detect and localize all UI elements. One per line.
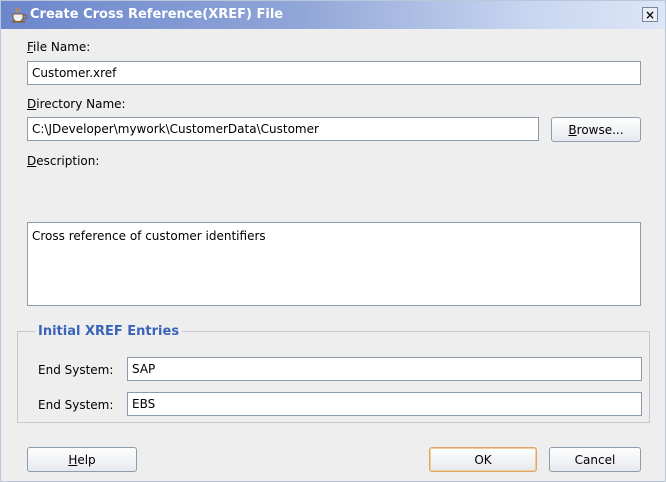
help-button[interactable]: Help	[27, 447, 137, 472]
directory-name-input[interactable]: C:\JDeveloper\mywork\CustomerData\Custom…	[27, 117, 539, 141]
ok-button[interactable]: OK	[429, 447, 537, 472]
end-system-input-2[interactable]: EBS	[127, 392, 642, 416]
end-system-input-1[interactable]: SAP	[127, 357, 642, 381]
end-system-label-2: End System:	[38, 398, 114, 412]
end-system-label-1: End System:	[38, 363, 114, 377]
title-bar: Create Cross Reference(XREF) File ×	[1, 1, 665, 29]
cancel-button[interactable]: Cancel	[549, 447, 641, 472]
file-name-label: File Name:	[27, 40, 91, 54]
close-icon: ×	[644, 7, 656, 22]
description-textarea[interactable]: Cross reference of customer identifiers	[27, 222, 641, 306]
create-xref-dialog: Create Cross Reference(XREF) File × File…	[0, 0, 666, 482]
jdeveloper-cup-icon	[12, 7, 28, 23]
file-name-input[interactable]: Customer.xref	[27, 61, 641, 85]
browse-button[interactable]: Browse...	[551, 117, 641, 142]
close-button[interactable]: ×	[642, 7, 658, 22]
directory-name-label: Directory Name:	[27, 97, 126, 111]
dialog-title: Create Cross Reference(XREF) File	[30, 7, 284, 22]
xref-entries-title: Initial XREF Entries	[35, 324, 183, 339]
description-label: Description:	[27, 154, 100, 168]
